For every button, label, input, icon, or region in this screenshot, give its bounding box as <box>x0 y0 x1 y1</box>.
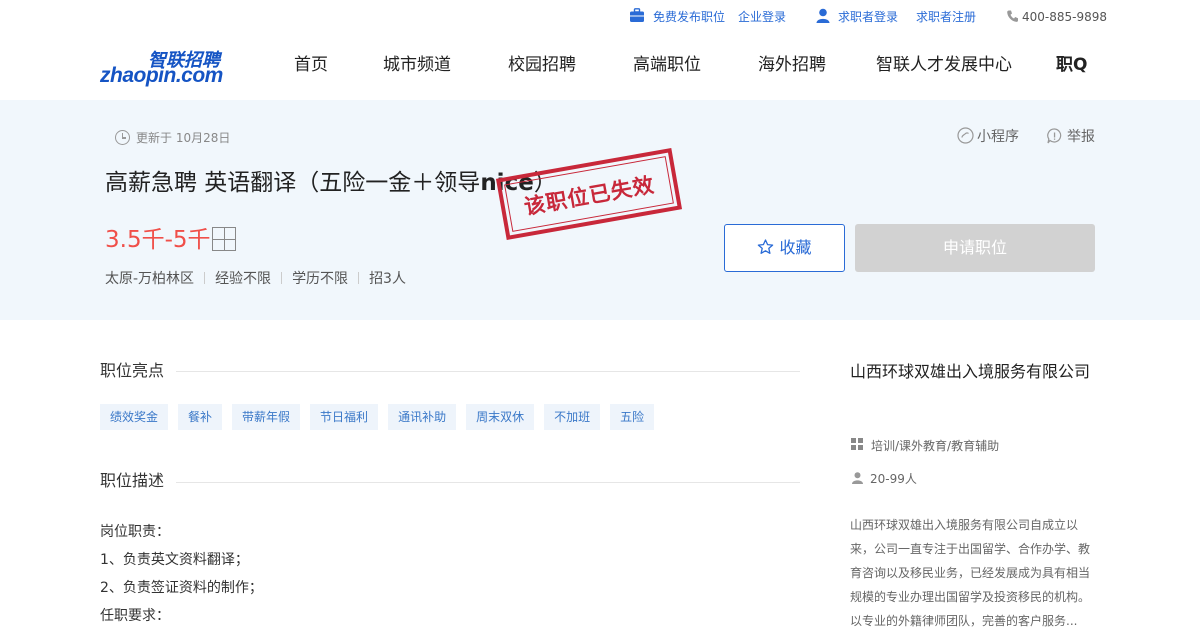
highlight-tag: 绩效奖金 <box>100 404 169 430</box>
description-heading: 职位描述 <box>100 471 165 490</box>
highlight-tags: 绩效奖金 餐补 带薪年假 节日福利 通讯补助 周末双休 不加班 五险 <box>100 404 664 430</box>
post-job-link[interactable]: 免费发布职位 <box>653 9 725 25</box>
description-line: 2、负责签证资料的制作； <box>100 580 263 596</box>
phone-icon <box>1007 10 1018 22</box>
highlight-tag: 节日福利 <box>310 404 379 430</box>
report-link[interactable]: 举报 <box>1067 128 1095 146</box>
mini-program-icon <box>957 127 974 144</box>
nav-item-zhiq[interactable]: 职Q <box>1056 54 1087 76</box>
job-headcount: 招3人 <box>369 271 406 287</box>
briefcase-icon <box>630 8 644 22</box>
mini-program-link[interactable]: 小程序 <box>977 128 1019 146</box>
industry-grid-icon <box>851 438 863 450</box>
divider <box>176 371 800 372</box>
user-icon <box>816 8 830 23</box>
star-icon <box>758 239 774 254</box>
top-utility-bar: 免费发布职位 企业登录 求职者登录 求职者注册 400-885-9898 <box>0 0 1200 34</box>
job-title: 高薪急聘 英语翻译（五险一金＋领导nice） <box>105 170 557 196</box>
apply-button[interactable]: 申请职位 <box>855 224 1095 272</box>
job-meta: 太原-万柏林区 经验不限 学历不限 招3人 <box>105 270 406 288</box>
description-line: 任职要求： <box>100 608 170 624</box>
description-line: 1、负责英文资料翻译； <box>100 552 249 568</box>
person-icon <box>852 472 863 484</box>
description-line: 岗位职责： <box>100 524 170 540</box>
job-education: 学历不限 <box>292 271 349 287</box>
nav-item-senior[interactable]: 高端职位 <box>633 54 701 76</box>
nav-item-talent-center[interactable]: 智联人才发展中心 <box>876 54 1012 76</box>
highlights-heading: 职位亮点 <box>100 361 165 380</box>
updated-time: 更新于 10月28日 <box>115 130 230 146</box>
highlight-tag: 带薪年假 <box>232 404 301 430</box>
company-login-link[interactable]: 企业登录 <box>738 9 786 25</box>
highlight-tag: 周末双休 <box>466 404 535 430</box>
expired-stamp: 该职位已失效 <box>495 148 683 240</box>
divider <box>176 482 800 483</box>
zhaopin-logo[interactable]: 智联招聘 zhaopin.com <box>100 46 223 101</box>
nav-item-overseas[interactable]: 海外招聘 <box>758 54 826 76</box>
seeker-register-link[interactable]: 求职者注册 <box>916 9 976 25</box>
company-industry: 培训/课外教育/教育辅助 <box>871 439 1000 453</box>
logo-text-en: zhaopin.com <box>100 64 223 87</box>
clock-icon <box>115 130 130 145</box>
job-description: 岗位职责： 1、负责英文资料翻译； 2、负责签证资料的制作； 任职要求： <box>100 518 263 630</box>
highlight-tag: 餐补 <box>178 404 223 430</box>
favorite-button[interactable]: 收藏 <box>724 224 845 272</box>
company-size: 20-99人 <box>870 472 917 486</box>
job-header: 更新于 10月28日 小程序 举报 高薪急聘 英语翻译（五险一金＋领导nice）… <box>0 100 1200 320</box>
favorite-label: 收藏 <box>779 238 812 257</box>
nav-item-campus[interactable]: 校园招聘 <box>508 54 576 76</box>
company-intro: 山西环球双雄出入境服务有限公司自成立以来，公司一直专注于出国留学、合作办学、教育… <box>850 518 1091 628</box>
company-name[interactable]: 山西环球双雄出入境服务有限公司 <box>850 360 1090 384</box>
highlight-tag: 通讯补助 <box>388 404 457 430</box>
main-nav: 智联招聘 zhaopin.com 首页 城市频道 校园招聘 高端职位 海外招聘 … <box>0 34 1200 101</box>
report-icon <box>1047 128 1062 144</box>
hotline-number: 400-885-9898 <box>1022 10 1108 24</box>
highlight-tag: 不加班 <box>544 404 601 430</box>
job-location: 太原-万柏林区 <box>105 271 195 287</box>
nav-item-home[interactable]: 首页 <box>294 54 328 76</box>
seeker-login-link[interactable]: 求职者登录 <box>838 9 898 25</box>
salary: 3.5千-5千 <box>105 227 211 253</box>
job-experience: 经验不限 <box>215 271 272 287</box>
highlight-tag: 五险 <box>610 404 655 430</box>
nav-item-city[interactable]: 城市频道 <box>383 54 451 76</box>
calculator-icon[interactable] <box>212 227 236 251</box>
